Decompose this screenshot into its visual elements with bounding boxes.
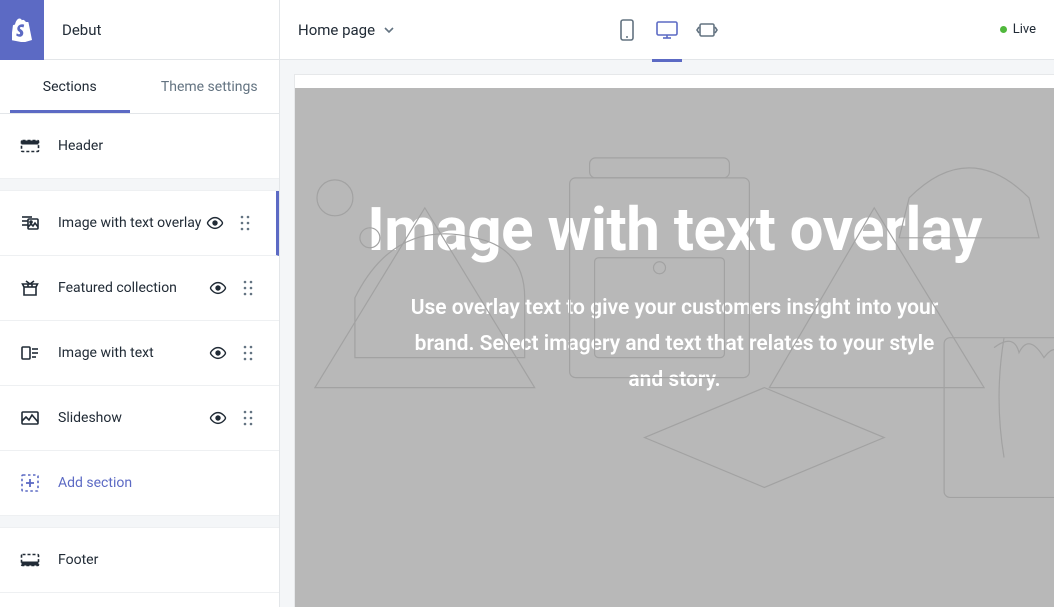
section-row-actions: [209, 344, 261, 362]
sidebar-tabs: Sections Theme settings: [0, 60, 279, 114]
page-selector-label: Home page: [298, 21, 375, 39]
slideshow-icon: [20, 408, 40, 428]
status-dot-icon: [1000, 26, 1007, 33]
section-divider: [0, 516, 279, 528]
preview-frame: Image with text overlay Use overlay text…: [294, 88, 1054, 607]
page-selector[interactable]: Home page: [298, 21, 395, 39]
section-label: Image with text: [58, 345, 209, 361]
theme-name: Debut: [44, 21, 101, 39]
section-row-featured-collection[interactable]: Featured collection: [0, 256, 279, 321]
tab-theme-settings-label: Theme settings: [161, 79, 258, 95]
viewport-fullwidth-button[interactable]: [694, 10, 720, 50]
tab-theme-settings[interactable]: Theme settings: [140, 60, 280, 113]
drag-handle-icon[interactable]: [240, 214, 258, 232]
app-root: Debut Sections Theme settings Header: [0, 0, 1054, 607]
drag-handle-icon[interactable]: [243, 344, 261, 362]
add-section-icon: [20, 473, 40, 493]
status-indicator: Live: [1000, 22, 1036, 37]
drag-handle-icon[interactable]: [243, 409, 261, 427]
section-label: Add section: [58, 475, 261, 491]
section-list: Header Image with text overlay: [0, 114, 279, 593]
featured-collection-icon: [20, 278, 40, 298]
hero-title: Image with text overlay: [367, 196, 982, 263]
preview-topstrip: [294, 74, 1054, 88]
section-row-footer[interactable]: Footer: [0, 528, 279, 593]
section-divider: [0, 179, 279, 191]
viewport-switcher: [614, 10, 720, 50]
visibility-toggle-icon[interactable]: [206, 214, 224, 232]
section-row-image-text-overlay[interactable]: Image with text overlay: [0, 191, 279, 256]
section-label: Header: [58, 138, 261, 154]
tab-sections[interactable]: Sections: [0, 60, 140, 113]
hero-subtitle: Use overlay text to give your customers …: [405, 291, 945, 398]
header-section-icon: [20, 136, 40, 156]
visibility-toggle-icon[interactable]: [209, 344, 227, 362]
visibility-toggle-icon[interactable]: [209, 279, 227, 297]
sidebar: Debut Sections Theme settings Header: [0, 0, 280, 607]
drag-handle-icon[interactable]: [243, 279, 261, 297]
topbar: Home page Live: [280, 0, 1054, 60]
image-text-overlay-icon: [20, 213, 40, 233]
section-label: Featured collection: [58, 280, 209, 296]
tab-sections-label: Sections: [43, 79, 97, 95]
footer-section-icon: [20, 550, 40, 570]
shopify-logo-icon[interactable]: [0, 0, 44, 60]
sidebar-header: Debut: [0, 0, 279, 60]
section-row-header[interactable]: Header: [0, 114, 279, 179]
status-label: Live: [1013, 22, 1036, 37]
visibility-toggle-icon[interactable]: [209, 409, 227, 427]
section-row-slideshow[interactable]: Slideshow: [0, 386, 279, 451]
section-row-actions: [209, 279, 261, 297]
section-label: Footer: [58, 552, 261, 568]
section-row-image-with-text[interactable]: Image with text: [0, 321, 279, 386]
section-row-actions: [209, 409, 261, 427]
section-label: Image with text overlay: [58, 215, 206, 231]
section-row-actions: [206, 214, 258, 232]
main-area: Home page Live: [280, 0, 1054, 607]
chevron-down-icon: [383, 24, 395, 36]
viewport-mobile-button[interactable]: [614, 10, 640, 50]
add-section-button[interactable]: Add section: [0, 451, 279, 516]
preview-container: Image with text overlay Use overlay text…: [280, 60, 1054, 607]
image-with-text-icon: [20, 343, 40, 363]
section-label: Slideshow: [58, 410, 209, 426]
viewport-desktop-button[interactable]: [654, 10, 680, 50]
